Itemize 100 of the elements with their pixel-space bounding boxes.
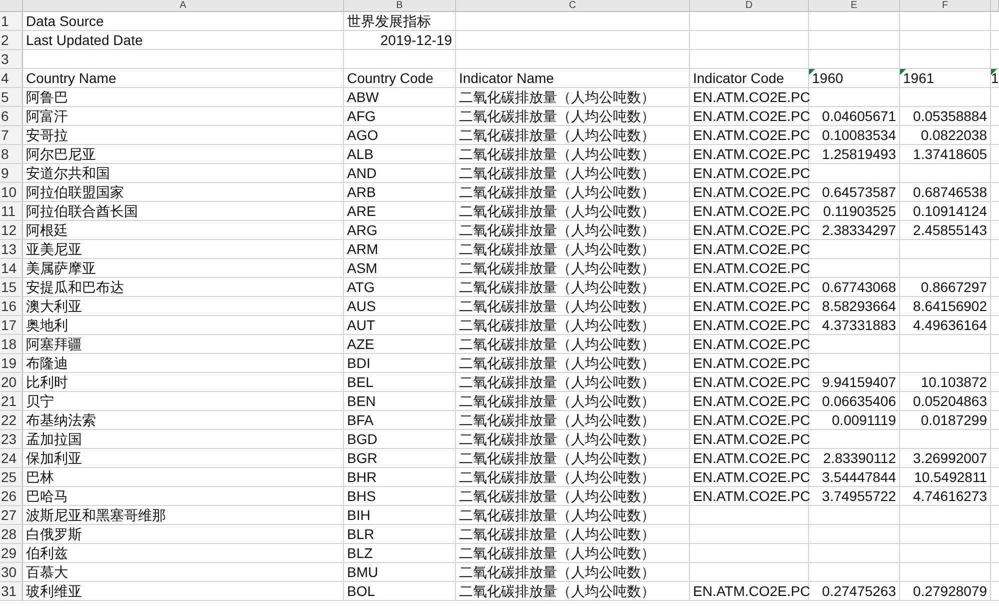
table-cell: EN.ATM.CO2E.PC	[690, 316, 809, 335]
table-cell: 孟加拉国	[23, 430, 344, 449]
row-number[interactable]: 22	[0, 411, 23, 430]
table-cell: 二氧化碳排放量（人均公吨数）	[456, 373, 690, 392]
row-number[interactable]: 6	[0, 107, 23, 126]
row-number[interactable]: 9	[0, 164, 23, 183]
table-cell: 8.58293664	[809, 297, 900, 316]
table-cell: EN.ATM.CO2E.PC	[690, 582, 809, 601]
table-cell: BHR	[344, 468, 456, 487]
table-cell: Country Name	[23, 69, 344, 88]
table-cell: 二氧化碳排放量（人均公吨数）	[456, 297, 690, 316]
row-number[interactable]: 3	[0, 50, 23, 69]
table-cell: 二氧化碳排放量（人均公吨数）	[456, 468, 690, 487]
table-cell: 0.0091119	[809, 411, 900, 430]
row-number[interactable]: 23	[0, 430, 23, 449]
row-number[interactable]: 21	[0, 392, 23, 411]
column-header[interactable]: E	[809, 0, 900, 12]
row-number[interactable]: 4	[0, 69, 23, 88]
table-cell: 0.68746538	[900, 183, 991, 202]
table-cell: 二氧化碳排放量（人均公吨数）	[456, 259, 690, 278]
table-cell: 二氧化碳排放量（人均公吨数）	[456, 335, 690, 354]
row-number[interactable]: 25	[0, 468, 23, 487]
table-cell: 玻利维亚	[23, 582, 344, 601]
table-cell: EN.ATM.CO2E.PC	[690, 183, 809, 202]
table-cell: 二氧化碳排放量（人均公吨数）	[456, 544, 690, 563]
row-number[interactable]: 12	[0, 221, 23, 240]
row-number[interactable]: 10	[0, 183, 23, 202]
table-cell: 0.27928079	[900, 582, 991, 601]
row-number[interactable]: 14	[0, 259, 23, 278]
row-number[interactable]: 16	[0, 297, 23, 316]
table-cell: 二氧化碳排放量（人均公吨数）	[456, 487, 690, 506]
table-cell: 0.64573587	[809, 183, 900, 202]
row-number[interactable]: 26	[0, 487, 23, 506]
table-cell: 白俄罗斯	[23, 525, 344, 544]
table-cell: 二氧化碳排放量（人均公吨数）	[456, 525, 690, 544]
row-number[interactable]: 27	[0, 506, 23, 525]
table-cell: BDI	[344, 354, 456, 373]
table-cell: 2.38334297	[809, 221, 900, 240]
table-cell: EN.ATM.CO2E.PC	[690, 449, 809, 468]
table-cell: 10.5492811	[900, 468, 991, 487]
table-cell: EN.ATM.CO2E.PC	[690, 354, 809, 373]
table-cell: EN.ATM.CO2E.PC	[690, 487, 809, 506]
column-header[interactable]: B	[344, 0, 456, 12]
row-number[interactable]: 30	[0, 563, 23, 582]
table-cell: 安提瓜和巴布达	[23, 278, 344, 297]
row-number[interactable]: 17	[0, 316, 23, 335]
table-cell: 伯利兹	[23, 544, 344, 563]
table-cell: BEL	[344, 373, 456, 392]
table-cell: 波斯尼亚和黑塞哥维那	[23, 506, 344, 525]
table-cell: BEN	[344, 392, 456, 411]
row-number[interactable]: 11	[0, 202, 23, 221]
column-header[interactable]: A	[23, 0, 344, 12]
row-number[interactable]: 2	[0, 31, 23, 50]
row-number[interactable]: 20	[0, 373, 23, 392]
row-number[interactable]: 1	[0, 12, 23, 31]
table-cell: EN.ATM.CO2E.PC	[690, 335, 809, 354]
row-number[interactable]: 19	[0, 354, 23, 373]
table-cell: 4.49636164	[900, 316, 991, 335]
table-cell: EN.ATM.CO2E.PC	[690, 240, 809, 259]
table-cell: EN.ATM.CO2E.PC	[690, 88, 809, 107]
column-header[interactable]: C	[456, 0, 690, 12]
row-number[interactable]: 28	[0, 525, 23, 544]
table-cell: AFG	[344, 107, 456, 126]
table-cell: 阿拉伯联合酋长国	[23, 202, 344, 221]
table-cell: 世界发展指标	[344, 12, 456, 31]
table-cell: EN.ATM.CO2E.PC	[690, 164, 809, 183]
table-cell: 0.05204863	[900, 392, 991, 411]
table-cell: 巴哈马	[23, 487, 344, 506]
row-number[interactable]: 29	[0, 544, 23, 563]
row-number[interactable]: 31	[0, 582, 23, 601]
table-cell: EN.ATM.CO2E.PC	[690, 373, 809, 392]
table-cell: Country Code	[344, 69, 456, 88]
table-cell: EN.ATM.CO2E.PC	[690, 430, 809, 449]
table-cell: 二氧化碳排放量（人均公吨数）	[456, 563, 690, 582]
select-all-button[interactable]	[0, 0, 23, 12]
error-indicator-icon	[991, 69, 997, 75]
table-cell: 3.26992007	[900, 449, 991, 468]
table-cell: 二氧化碳排放量（人均公吨数）	[456, 221, 690, 240]
row-number[interactable]: 13	[0, 240, 23, 259]
row-number[interactable]: 7	[0, 126, 23, 145]
column-header[interactable]	[991, 0, 999, 12]
table-cell: 布基纳法索	[23, 411, 344, 430]
row-number[interactable]: 18	[0, 335, 23, 354]
row-number[interactable]: 8	[0, 145, 23, 164]
row-number[interactable]: 15	[0, 278, 23, 297]
table-cell: 阿塞拜疆	[23, 335, 344, 354]
column-header[interactable]: F	[900, 0, 991, 12]
row-number[interactable]: 24	[0, 449, 23, 468]
table-cell: 保加利亚	[23, 449, 344, 468]
table-cell: ARM	[344, 240, 456, 259]
table-cell: 8.64156902	[900, 297, 991, 316]
table-cell: 二氧化碳排放量（人均公吨数）	[456, 316, 690, 335]
table-cell: BMU	[344, 563, 456, 582]
table-cell: AGO	[344, 126, 456, 145]
row-number[interactable]: 5	[0, 88, 23, 107]
table-cell: Last Updated Date	[23, 31, 344, 50]
table-cell: ASM	[344, 259, 456, 278]
table-cell: EN.ATM.CO2E.PC	[690, 259, 809, 278]
error-indicator-icon	[900, 69, 906, 75]
column-header[interactable]: D	[690, 0, 809, 12]
